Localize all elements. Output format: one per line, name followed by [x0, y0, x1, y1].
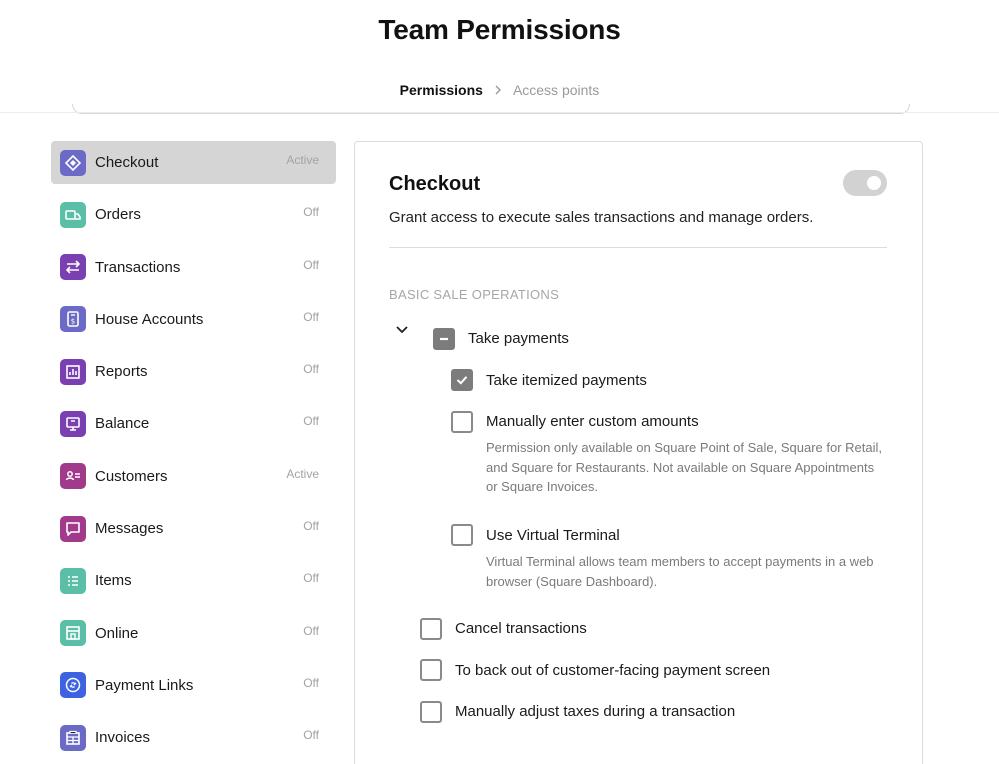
- online-icon: [60, 620, 86, 647]
- balance-icon: [60, 410, 86, 437]
- status-badge: Off: [303, 519, 319, 534]
- reports-icon: [60, 358, 86, 385]
- sidebar-item-messages[interactable]: Messages Off: [51, 507, 336, 550]
- cancel-transactions-label: Cancel transactions: [455, 620, 587, 637]
- breadcrumb-permissions[interactable]: Permissions: [400, 82, 483, 98]
- checkout-icon: [60, 149, 86, 176]
- status-badge: Off: [303, 728, 319, 743]
- back-out-payment-screen-label: To back out of customer-facing payment s…: [455, 662, 771, 679]
- items-icon: [60, 567, 86, 594]
- sidebar-item-label: Customers: [95, 467, 168, 485]
- cancel-transactions-checkbox[interactable]: [420, 618, 442, 640]
- breadcrumb: Permissions Access points: [0, 82, 999, 98]
- sidebar-item-label: Invoices: [95, 729, 151, 747]
- payment-links-icon: [60, 672, 86, 699]
- panel-divider: [389, 247, 887, 248]
- status-badge: Off: [303, 623, 319, 638]
- sidebar-item-house-accounts[interactable]: $ House Accounts Off: [51, 298, 336, 341]
- manually-enter-custom-amounts-label: Manually enter custom amounts: [486, 413, 699, 430]
- sidebar-item-label: Messages: [95, 520, 164, 538]
- sidebar-item-label: Checkout: [95, 154, 159, 171]
- sidebar-item-label: House Accounts: [95, 310, 204, 328]
- take-itemized-payments-checkbox[interactable]: [451, 369, 473, 391]
- sidebar-item-label: Online: [95, 624, 139, 642]
- status-badge: Off: [303, 675, 319, 690]
- sidebar: Checkout Active Orders Off Transactions …: [51, 141, 336, 764]
- take-itemized-payments-label: Take itemized payments: [486, 372, 647, 389]
- use-virtual-terminal-label: Use Virtual Terminal: [486, 527, 620, 544]
- house-accounts-icon: $: [60, 306, 86, 333]
- take-payments-checkbox[interactable]: [433, 328, 455, 350]
- sidebar-item-customers[interactable]: Customers Active: [51, 455, 336, 498]
- back-out-payment-screen-checkbox[interactable]: [420, 659, 442, 681]
- minus-icon: [440, 337, 448, 341]
- sidebar-item-label: Balance: [95, 415, 150, 433]
- status-badge: Off: [303, 205, 319, 220]
- toggle-knob: [867, 176, 881, 190]
- section-title: BASIC SALE OPERATIONS: [389, 287, 560, 302]
- custom-amounts-help-text: Permission only available on Square Poin…: [486, 440, 882, 494]
- permission-detail-panel: Checkout Grant access to execute sales t…: [354, 141, 923, 764]
- status-badge: Off: [303, 257, 319, 272]
- manually-enter-custom-amounts-checkbox[interactable]: [451, 411, 473, 433]
- sidebar-item-label: Orders: [95, 206, 141, 224]
- svg-text:$: $: [71, 318, 75, 326]
- chevron-right-icon: [495, 85, 501, 95]
- status-badge: Off: [303, 571, 319, 586]
- invoices-icon: [60, 724, 86, 751]
- take-payments-label: Take payments: [468, 330, 569, 347]
- status-badge: Off: [303, 309, 319, 324]
- header-divider: [0, 112, 999, 113]
- page-title: Team Permissions: [378, 14, 621, 45]
- status-badge: Off: [303, 414, 319, 429]
- status-badge: Off: [303, 362, 319, 377]
- sidebar-item-orders[interactable]: Orders Off: [51, 193, 336, 236]
- virtual-terminal-help-text: Virtual Terminal allows team members to …: [486, 554, 874, 589]
- status-badge: Active: [286, 466, 319, 481]
- transactions-icon: [60, 254, 86, 281]
- checkout-toggle[interactable]: [843, 170, 887, 196]
- sidebar-item-payment-links[interactable]: Payment Links Off: [51, 664, 336, 707]
- sidebar-item-checkout[interactable]: Checkout Active: [51, 141, 336, 184]
- panel-title: Checkout: [389, 173, 481, 195]
- sidebar-item-label: Payment Links: [95, 676, 194, 694]
- status-badge: Active: [286, 153, 319, 167]
- adjust-taxes-checkbox[interactable]: [420, 701, 442, 723]
- sidebar-item-label: Transactions: [95, 258, 181, 276]
- sidebar-item-label: Items: [95, 572, 132, 590]
- panel-description: Grant access to execute sales transactio…: [389, 209, 814, 226]
- sidebar-item-label: Reports: [95, 363, 148, 381]
- chevron-down-icon[interactable]: [394, 322, 410, 338]
- sidebar-item-reports[interactable]: Reports Off: [51, 350, 336, 393]
- sidebar-item-online[interactable]: Online Off: [51, 612, 336, 655]
- sidebar-item-items[interactable]: Items Off: [51, 559, 336, 602]
- breadcrumb-access-points[interactable]: Access points: [513, 82, 599, 98]
- sidebar-item-balance[interactable]: Balance Off: [51, 402, 336, 445]
- customers-icon: [60, 463, 86, 490]
- sidebar-item-invoices[interactable]: Invoices Off: [51, 716, 336, 759]
- sidebar-item-transactions[interactable]: Transactions Off: [51, 246, 336, 289]
- orders-icon: [60, 201, 86, 228]
- use-virtual-terminal-checkbox[interactable]: [451, 524, 473, 546]
- messages-icon: [60, 515, 86, 542]
- adjust-taxes-label: Manually adjust taxes during a transacti…: [455, 703, 736, 720]
- checkmark-icon: [456, 376, 468, 385]
